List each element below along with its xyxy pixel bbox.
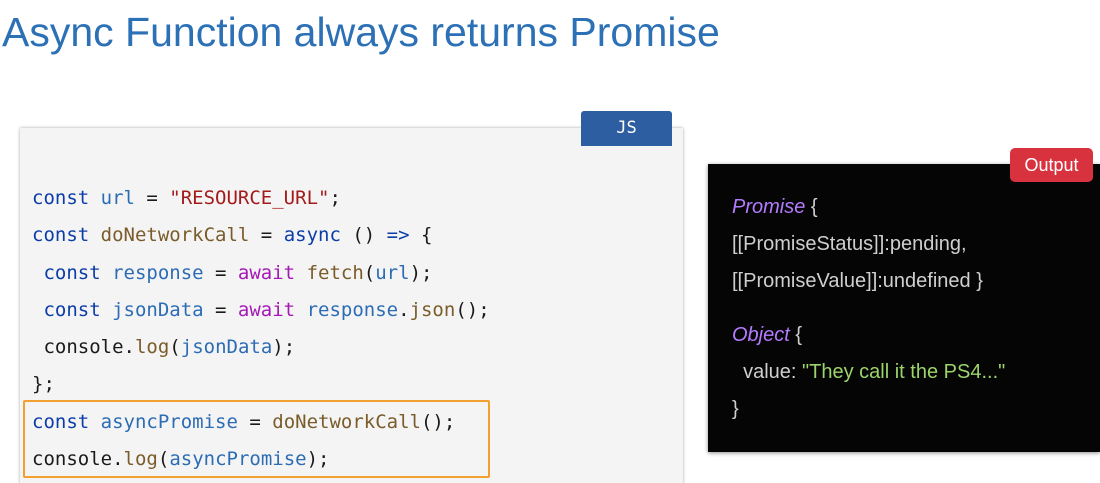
code-token: log <box>134 336 170 359</box>
code-token: = <box>249 224 284 247</box>
output-object-type: Object <box>732 324 790 346</box>
output-object-open: { <box>789 324 803 346</box>
code-token: { <box>409 224 433 247</box>
code-token: const <box>32 187 101 209</box>
code-token: (); <box>455 298 490 321</box>
code-line: const url = "RESOURCE_URL"; <box>32 180 490 217</box>
output-badge: Output <box>1010 148 1093 182</box>
output-promise-open: { <box>805 196 818 218</box>
code-token: const <box>32 224 101 247</box>
code-token: jsonData <box>180 336 273 359</box>
output-line-object-close: } <box>732 398 739 420</box>
code-token: url <box>375 261 410 284</box>
code-line: console.log(jsonData); <box>32 329 490 366</box>
code-token: () <box>340 224 387 247</box>
code-token: const <box>32 261 113 284</box>
code-line: }; <box>32 366 490 403</box>
code-token: console <box>32 336 124 359</box>
code-token: . <box>123 336 135 359</box>
output-line-value: [[PromiseValue]]:undefined } <box>732 270 983 292</box>
code-token: ); <box>272 336 296 359</box>
code-token: fetch <box>306 261 364 284</box>
output-object-key: value: <box>732 361 803 383</box>
output-promise-type: Promise <box>732 196 806 218</box>
code-token: "RESOURCE_URL" <box>169 187 330 209</box>
code-token: const <box>32 298 113 321</box>
language-badge: JS <box>581 111 672 146</box>
code-token: json <box>409 298 456 321</box>
output-line-promise: Promise { <box>732 189 818 226</box>
code-token: await <box>237 261 296 284</box>
code-token: ); <box>409 261 433 284</box>
output-line-object-value: value: "They call it the PS4..." <box>732 354 1005 391</box>
code-token: = <box>134 187 170 209</box>
code-line: const doNetworkCall = async () => { <box>32 217 490 254</box>
code-token: ; <box>329 187 341 209</box>
slide-title: Async Function always returns Promise <box>2 9 720 55</box>
code-token: . <box>398 298 410 321</box>
code-token: await <box>237 298 296 321</box>
output-object-string: "They call it the PS4..." <box>802 361 1006 383</box>
code-token: ( <box>169 336 181 359</box>
code-token: = <box>203 298 238 321</box>
code-line: const jsonData = await response.json(); <box>32 292 490 329</box>
code-token: }; <box>32 373 55 396</box>
slide: Async Function always returns Promise JS… <box>0 0 1100 483</box>
code-token: async <box>283 224 341 247</box>
output-line-object: Object { <box>732 317 802 354</box>
code-token: = <box>203 261 238 284</box>
code-token: doNetworkCall <box>100 224 250 247</box>
code-token: response <box>112 261 204 284</box>
code-token: ( <box>363 261 376 284</box>
highlight-box <box>23 400 490 478</box>
code-token: => <box>386 224 410 247</box>
code-line: const response = await fetch(url); <box>32 255 490 292</box>
output-line-status: [[PromiseStatus]]:pending, <box>732 233 967 255</box>
code-token: url <box>100 187 135 209</box>
code-token: response <box>306 298 399 321</box>
code-token: jsonData <box>112 298 204 321</box>
